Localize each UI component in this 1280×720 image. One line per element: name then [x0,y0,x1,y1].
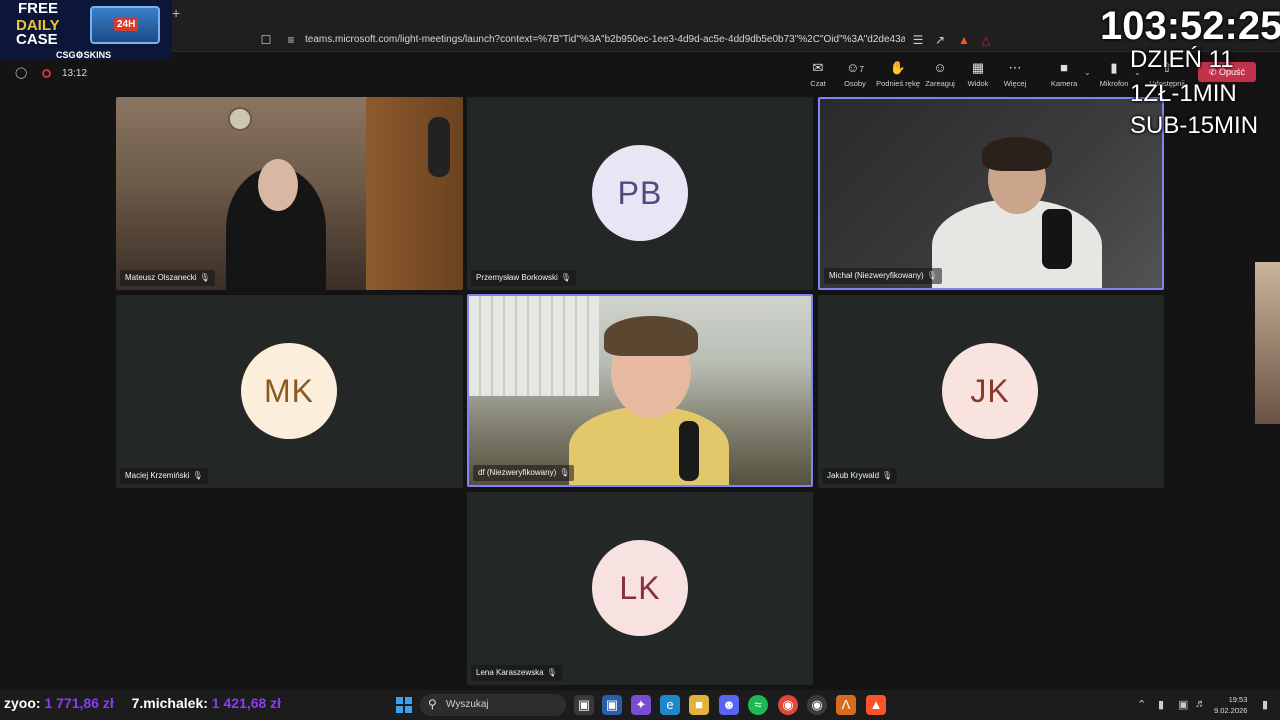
participant-nameplate: Lena Karaszewska 🎙 [471,665,562,681]
meeting-toolbar: ◯ 13:12 ✉ Czat ☺7 Osoby ✋ Podnieś rękę ☺… [0,52,1280,94]
spotify-icon[interactable]: ≈ [748,695,768,715]
mic-icon: 🎙 [560,273,571,282]
participant-tile[interactable]: MK Maciej Krzemiński 🎙 [116,295,463,488]
share-page-icon[interactable]: ↗ [932,32,948,48]
recording-indicator-icon [42,69,51,78]
mic-icon: 🎙 [926,271,937,280]
site-info-icon[interactable]: ≡ [283,32,299,48]
raise-hand-button[interactable]: ✋ Podnieś rękę [875,60,921,88]
meeting-timer: 13:12 [62,68,88,79]
participant-nameplate: Maciej Krzemiński 🎙 [120,468,208,484]
task-view-icon[interactable]: ▣ [574,695,594,715]
people-button[interactable]: ☺7 Osoby [832,60,878,88]
participant-avatar: LK [592,540,688,636]
participant-tile[interactable]: LK Lena Karaszewska 🎙 [467,492,813,685]
participant-hair-image [604,316,698,356]
mic-icon: 🎙 [192,471,203,480]
taskbar-search[interactable]: ⚲ Wyszukaj [420,694,566,716]
participant-tile[interactable]: df (Niezweryfikowany) 🎙 [467,294,813,487]
system-clock[interactable]: 19:53 9.02.2026 [1214,694,1247,716]
screen: + ☐ ≡ teams.microsoft.com/light-meetings… [0,0,1280,720]
mic-icon: 🎙 [882,471,893,480]
participant-avatar: MK [241,343,337,439]
participant-tile[interactable]: Mateusz Olszanecki 🎙 [116,97,463,290]
participant-nameplate: Michał (Niezweryfikowany) 🎙 [824,268,942,284]
more-button[interactable]: ⋯ Więcej [992,60,1038,88]
microphone-image [679,421,699,481]
translate-icon[interactable]: ☰ [910,32,926,48]
studio-microphone-image [1042,209,1072,269]
obs-icon[interactable]: ◉ [807,695,827,715]
stream-sub-line: SUB-15MIN [1130,112,1259,139]
stream-day: DZIEŃ 11 [1130,46,1234,73]
copilot-icon[interactable]: ✦ [631,695,651,715]
file-explorer-icon[interactable]: ■ [689,695,709,715]
mic-icon: 🎙 [546,668,557,677]
tray-microphone-icon[interactable]: ▮ [1158,698,1164,711]
participant-tile[interactable]: PB Przemysław Borkowski 🎙 [467,97,813,290]
browser-address-bar: ☐ ≡ teams.microsoft.com/light-meetings/l… [0,28,1280,52]
participant-nameplate: df (Niezweryfikowany) 🎙 [473,465,575,481]
taskbar: zyoo: 1 771,86 zł 7.michalek: 1 421,68 z… [0,690,1280,720]
raise-hand-icon: ✋ [889,60,907,75]
new-tab-button[interactable]: + [172,5,180,21]
shield-icon: ◯ [15,67,28,79]
brave-shield-icon[interactable]: ▲ [956,32,972,48]
windows-start-icon[interactable] [396,697,412,713]
participant-avatar: PB [592,145,688,241]
participant-nameplate: Mateusz Olszanecki 🎙 [120,270,215,286]
mic-icon: 🎙 [559,468,570,477]
camera-icon: ■ [1060,60,1068,75]
notification-icon[interactable]: ▮ [1262,698,1268,711]
edge-icon[interactable]: e [660,695,680,715]
more-icon: ⋯ [1008,60,1022,75]
camera-options-chevron-icon[interactable]: ⌄ [1084,68,1091,77]
offscreen-video-strip [1255,262,1280,424]
case-image: 24H [90,6,160,44]
store-icon[interactable]: ▣ [602,695,622,715]
stream-rate-line: 1ZŁ-1MIN [1130,80,1237,107]
participant-hair-image [982,137,1052,171]
participant-tile[interactable]: JK Jakub Krywald 🎙 [818,295,1164,488]
tray-chevron-icon[interactable]: ⌃ [1137,698,1146,711]
participant-tile[interactable]: Michał (Niezweryfikowany) 🎙 [818,97,1164,290]
brave-rewards-icon[interactable]: △ [978,32,994,48]
url-field[interactable]: teams.microsoft.com/light-meetings/launc… [305,34,905,45]
participant-face-image [258,159,298,211]
participant-avatar: JK [942,343,1038,439]
volume-icon[interactable]: ♬ [1195,698,1206,710]
search-icon: ⚲ [428,697,437,711]
stream-timer: 103:52:25 [1100,4,1280,48]
participant-nameplate: Przemysław Borkowski 🎙 [471,270,576,286]
people-icon: ☺ [846,60,860,75]
window-blinds-image [469,296,599,396]
app-icon[interactable]: Λ [836,695,856,715]
camera-button[interactable]: ■ Kamera [1041,60,1087,88]
discord-icon[interactable]: ☻ [719,695,739,715]
studio-microphone-image [428,117,450,177]
wall-clock-image [228,107,252,131]
chrome-icon[interactable]: ◉ [778,695,798,715]
participant-body-image [569,406,729,485]
network-icon[interactable]: ▣ [1178,698,1188,711]
mic-icon: 🎙 [199,273,210,282]
people-count: 7 [859,65,864,74]
participant-nameplate: Jakub Krywald 🎙 [822,468,898,484]
promo-banner: 24H FREE DAILY CASE CSG⚙SKINS [0,0,172,60]
bookmark-icon[interactable]: ☐ [258,32,274,48]
brave-icon[interactable]: ▲ [866,695,886,715]
donation-ticker: zyoo: 1 771,86 zł 7.michalek: 1 421,68 z… [4,695,282,711]
browser-tab-bar: + [0,0,1280,28]
